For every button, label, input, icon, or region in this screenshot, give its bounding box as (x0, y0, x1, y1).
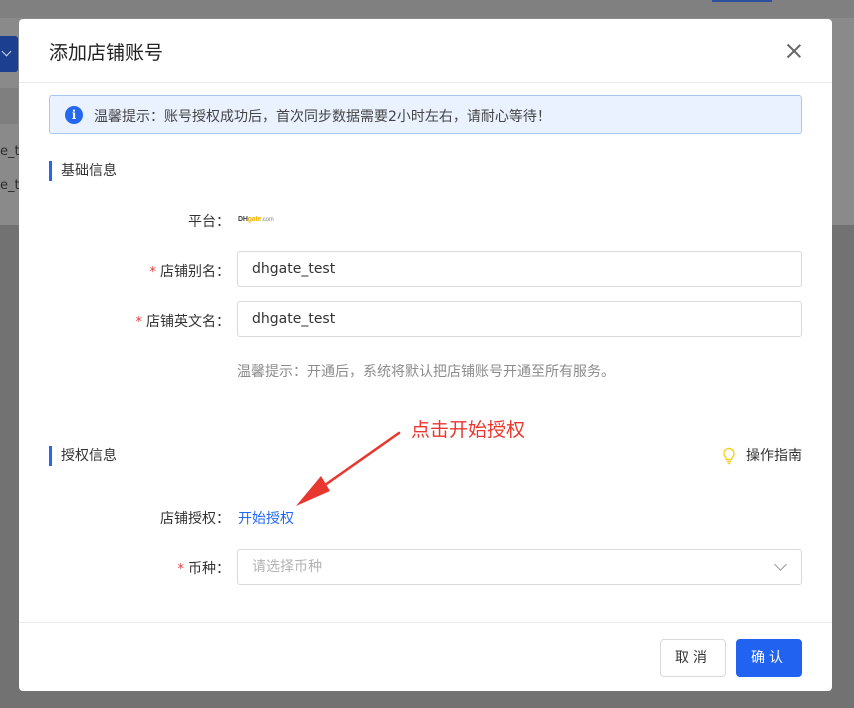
info-icon: i (65, 106, 83, 124)
annotation-text: 点击开始授权 (411, 419, 526, 441)
close-icon[interactable] (784, 41, 804, 61)
section-auth-info: 授权信息 (49, 446, 117, 466)
required-mark: * (135, 315, 143, 330)
cancel-button[interactable]: 取消 (660, 639, 726, 677)
dialog-title: 添加店铺账号 (49, 42, 164, 64)
background-topbar (0, 0, 854, 18)
start-authorization-link[interactable]: 开始授权 (238, 508, 294, 528)
currency-label: * 币种： (177, 561, 231, 577)
background-row-text: e_t (0, 178, 20, 193)
activation-hint: 温馨提示：开通后，系统将默认把店铺账号开通至所有服务。 (237, 364, 615, 380)
dialog-footer: 取消 确认 (19, 622, 832, 691)
required-mark: * (149, 265, 157, 280)
section-basic-info: 基础信息 (49, 161, 117, 181)
chevron-down-icon (774, 558, 787, 571)
background-row-text: e_t (0, 144, 20, 159)
store-alias-input[interactable]: dhgate_test (237, 251, 802, 287)
add-store-account-dialog: 添加店铺账号 i 温馨提示：账号授权成功后，首次同步数据需要2小时左右，请耐心等… (19, 19, 832, 691)
background-top-accent (712, 0, 772, 2)
dialog-header: 添加店铺账号 (19, 19, 832, 83)
store-english-name-label: * 店铺英文名： (135, 314, 231, 330)
dhgate-logo: DHgate.com (238, 216, 274, 223)
operation-guide-link[interactable]: 操作指南 (723, 446, 802, 466)
currency-select[interactable]: 请选择币种 (237, 549, 802, 585)
required-mark: * (177, 562, 185, 577)
confirm-button[interactable]: 确认 (736, 639, 802, 677)
lightbulb-icon (723, 447, 735, 465)
notice-text: 温馨提示：账号授权成功后，首次同步数据需要2小时左右，请耐心等待！ (94, 109, 551, 125)
currency-placeholder: 请选择币种 (252, 559, 322, 575)
background-table-header (0, 88, 18, 124)
info-notice: i 温馨提示：账号授权成功后，首次同步数据需要2小时左右，请耐心等待！ (49, 95, 802, 134)
platform-label: 平台： (188, 214, 230, 230)
background-dropdown-button (0, 36, 18, 72)
store-alias-label: * 店铺别名： (149, 264, 231, 280)
store-english-name-input[interactable]: dhgate_test (237, 301, 802, 337)
store-auth-label: 店铺授权： (160, 511, 230, 527)
operation-guide-label: 操作指南 (746, 448, 802, 464)
